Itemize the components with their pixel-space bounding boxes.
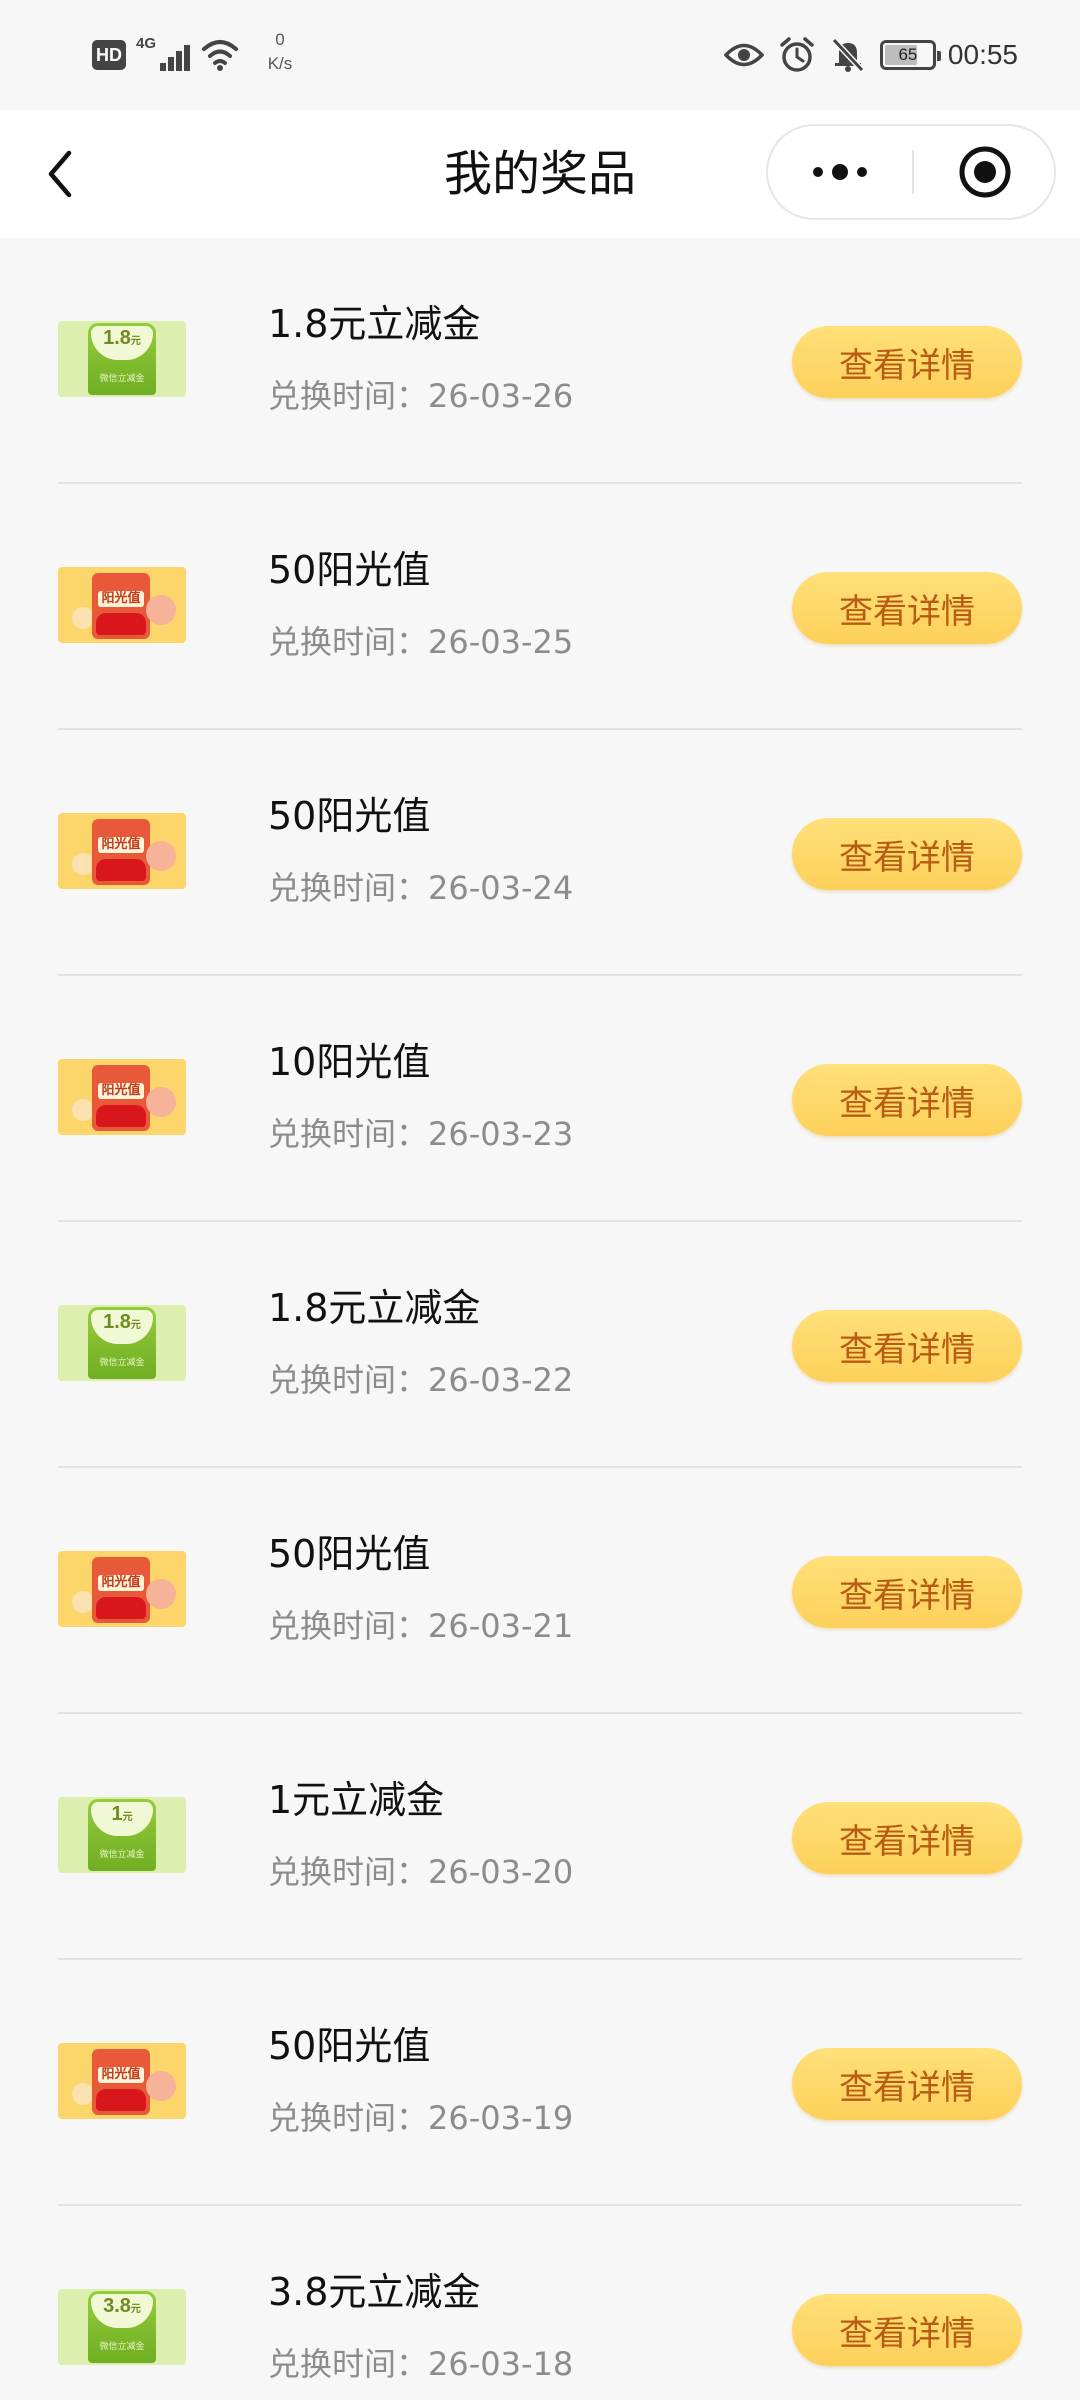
sunshine-thumbnail: 阳光值 <box>58 2043 186 2119</box>
thumb-amount: 1元 <box>111 1803 133 1825</box>
exchange-time: 兑换时间：26-03-26 <box>268 377 574 415</box>
thumb-amount: 1.8元 <box>103 327 141 349</box>
prize-name: 1.8元立减金 <box>268 302 481 346</box>
thumb-label: 阳光值 <box>101 591 141 606</box>
view-details-button[interactable]: 查看详情 <box>792 1802 1022 1874</box>
nav-bar: 我的奖品 <box>0 110 1080 238</box>
thumb-amount: 1.8元 <box>103 1311 141 1333</box>
coupon-thumbnail: 1元微信立减金 <box>58 1797 186 1873</box>
status-time: 00:55 <box>947 39 1018 70</box>
close-miniprogram-button[interactable] <box>914 126 1056 218</box>
mute-bell-icon <box>831 37 865 73</box>
thumb-label: 阳光值 <box>101 837 141 852</box>
exchange-time: 兑换时间：26-03-25 <box>268 623 574 661</box>
battery-level: 65 <box>898 45 918 64</box>
network-speed: 0 K/s <box>260 28 300 76</box>
prize-item: 3.8元微信立减金 3.8元立减金兑换时间：26-03-18 查看详情 <box>0 2206 1080 2400</box>
status-left: HD 4G <box>92 30 240 80</box>
prize-name: 50阳光值 <box>268 1532 431 1576</box>
status-right: 65 00:55 <box>723 30 1080 80</box>
prize-name: 3.8元立减金 <box>268 2270 481 2314</box>
prize-item: 阳光值 50阳光值兑换时间：26-03-19 查看详情 <box>0 1960 1080 2206</box>
battery-icon: 65 <box>879 40 941 70</box>
view-details-button[interactable]: 查看详情 <box>792 1064 1022 1136</box>
prize-item: 阳光值 50阳光值兑换时间：26-03-21 查看详情 <box>0 1468 1080 1714</box>
exchange-time: 兑换时间：26-03-20 <box>268 1853 574 1891</box>
prize-item: 1.8元微信立减金 1.8元立减金兑换时间：26-03-26 查看详情 <box>0 238 1080 484</box>
thumb-label: 阳光值 <box>101 1575 141 1590</box>
prize-name: 50阳光值 <box>268 548 431 592</box>
view-details-button[interactable]: 查看详情 <box>792 1556 1022 1628</box>
view-details-button[interactable]: 查看详情 <box>792 818 1022 890</box>
wifi-icon <box>202 40 238 71</box>
cellular-signal-icon: 4G <box>136 35 192 75</box>
prize-list: 1.8元 微信立减金 1.8元立减金 兑换时间：26-03-26 查看详情 阳光值 50阳光… <box>0 238 1080 2400</box>
prize-name: 10阳光值 <box>268 1040 431 1084</box>
prize-item: 1元微信立减金 1元立减金兑换时间：26-03-20 查看详情 <box>0 1714 1080 1960</box>
coupon-thumbnail: 1.8元微信立减金 <box>58 1305 186 1381</box>
exchange-time: 兑换时间：26-03-19 <box>268 2099 574 2137</box>
status-bar: HD 4G 0 K/s 65 00:55 <box>0 0 1080 110</box>
alarm-icon <box>780 37 814 72</box>
thumb-subtitle: 微信立减金 <box>99 1358 145 1368</box>
prize-item: 1.8元微信立减金 1.8元立减金兑换时间：26-03-22 查看详情 <box>0 1222 1080 1468</box>
eye-icon <box>723 43 764 67</box>
coupon-thumbnail: 1.8元微信立减金 <box>58 321 186 397</box>
hd-icon: HD <box>92 40 126 70</box>
exchange-time: 兑换时间：26-03-21 <box>268 1607 574 1645</box>
target-close-icon <box>959 146 1011 198</box>
coupon-thumbnail: 3.8元微信立减金 <box>58 2289 186 2365</box>
network-speed-unit: K/s <box>267 54 293 73</box>
exchange-time: 兑换时间：26-03-24 <box>268 869 574 907</box>
more-dots-icon <box>813 164 867 180</box>
sunshine-thumbnail: 阳光值 <box>58 1059 186 1135</box>
sunshine-thumbnail: 阳光值 <box>58 1551 186 1627</box>
view-details-button[interactable]: 查看详情 <box>792 326 1022 398</box>
miniprogram-capsule <box>766 124 1056 220</box>
prize-name: 50阳光值 <box>268 2024 431 2068</box>
prize-name: 50阳光值 <box>268 794 431 838</box>
sunshine-thumbnail: 阳光值 <box>58 567 186 643</box>
thumb-subtitle: 微信立减金 <box>99 1850 145 1860</box>
exchange-time: 兑换时间：26-03-22 <box>268 1361 574 1399</box>
prize-name: 1.8元立减金 <box>268 1286 481 1330</box>
exchange-time: 兑换时间：26-03-18 <box>268 2345 574 2383</box>
network-type-label: 4G <box>136 35 157 52</box>
thumb-label: 阳光值 <box>101 2067 141 2082</box>
sunshine-thumbnail: 阳光值 <box>58 813 186 889</box>
thumb-subtitle: 微信立减金 <box>99 2342 145 2352</box>
network-speed-value: 0 <box>275 30 285 49</box>
prize-item: 阳光值 10阳光值兑换时间：26-03-23 查看详情 <box>0 976 1080 1222</box>
prize-name: 1元立减金 <box>268 1778 445 1822</box>
thumb-subtitle: 微信立减金 <box>99 374 145 384</box>
view-details-button[interactable]: 查看详情 <box>792 2294 1022 2366</box>
thumb-amount: 3.8元 <box>103 2295 141 2317</box>
more-button[interactable] <box>768 126 912 218</box>
prize-item: 阳光值 50阳光值兑换时间：26-03-24 查看详情 <box>0 730 1080 976</box>
thumb-label: 阳光值 <box>101 1083 141 1098</box>
view-details-button[interactable]: 查看详情 <box>792 2048 1022 2120</box>
exchange-time: 兑换时间：26-03-23 <box>268 1115 574 1153</box>
view-details-button[interactable]: 查看详情 <box>792 1310 1022 1382</box>
view-details-button[interactable]: 查看详情 <box>792 572 1022 644</box>
prize-item: 阳光值 50阳光值兑换时间：26-03-25 查看详情 <box>0 484 1080 730</box>
